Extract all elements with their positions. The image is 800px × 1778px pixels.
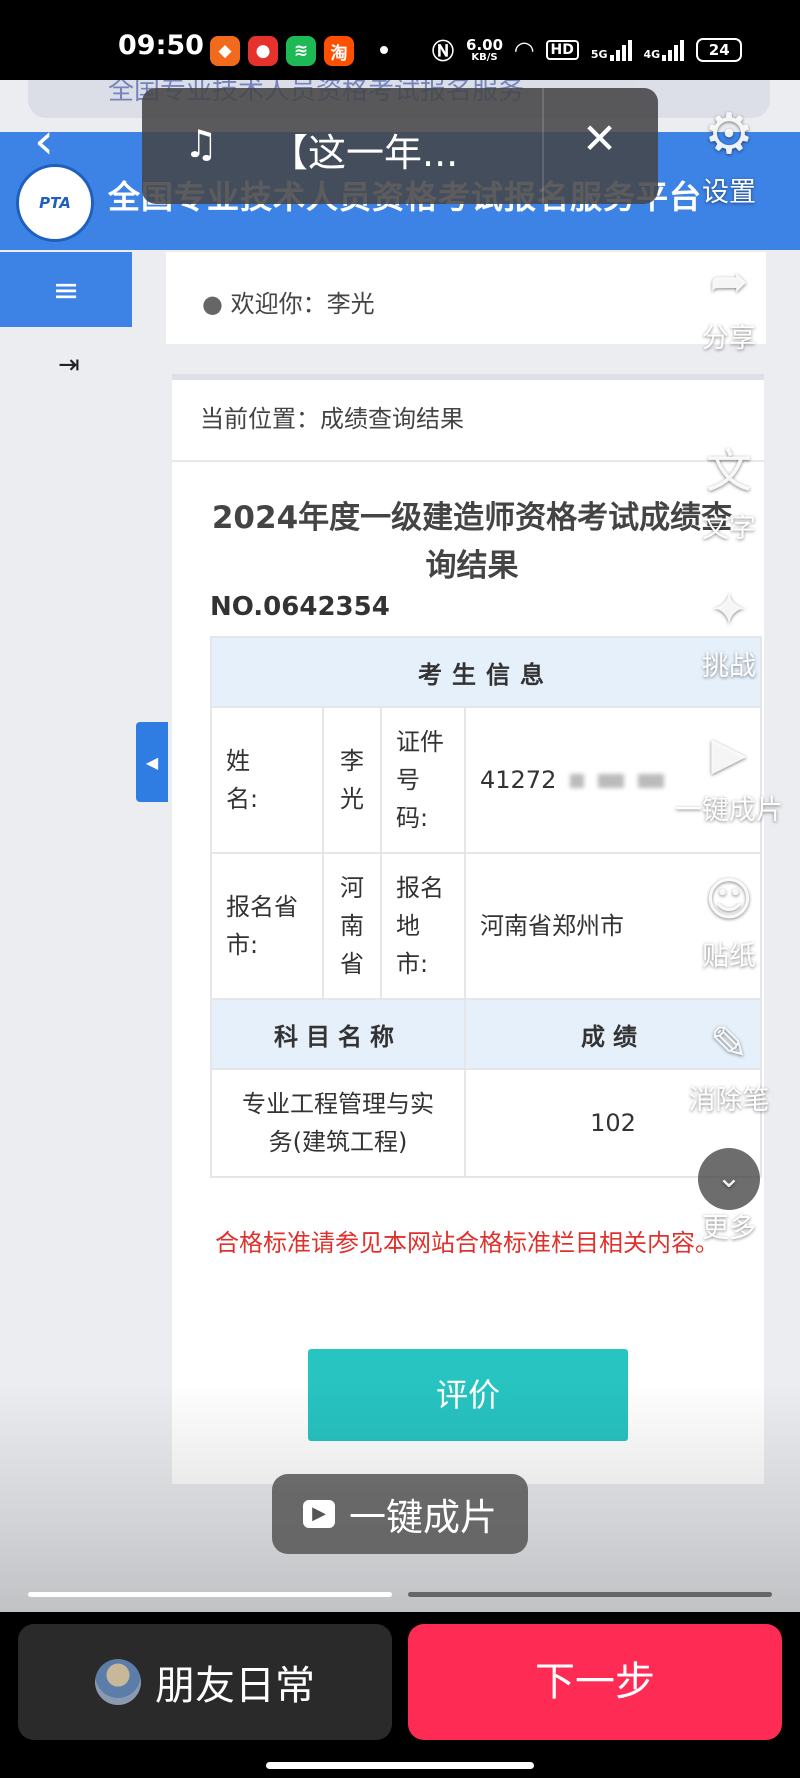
tool-oneclick[interactable]: ▶ 一键成片 xyxy=(654,722,800,827)
signal-bars-icon xyxy=(662,39,685,61)
side-collapse-tab[interactable]: ◀ xyxy=(136,722,168,802)
back-icon[interactable]: ‹ xyxy=(34,112,54,170)
notification-dot xyxy=(380,46,388,54)
id-label: 证件 号 码: xyxy=(380,706,466,854)
app-green-icon: ≋ xyxy=(286,36,316,66)
avatar xyxy=(95,1659,141,1705)
nfc-icon: Ⓝ xyxy=(432,40,455,65)
eraser-icon: ✎ xyxy=(709,1016,749,1070)
music-divider xyxy=(542,88,544,204)
wifi-icon: ◠ xyxy=(515,36,534,64)
app-red-icon: ● xyxy=(248,36,278,66)
tool-more[interactable]: ⌄ 更多 xyxy=(674,1140,784,1245)
signal-bars-icon xyxy=(609,39,632,61)
net-speed: 6.00 KB/S xyxy=(466,35,504,63)
result-title: 2024年度一级建造师资格考试成绩查询结果 xyxy=(211,500,733,584)
name-label: 姓 名: xyxy=(210,706,324,854)
home-indicator xyxy=(266,1762,534,1769)
tool-sticker[interactable]: ☺ 贴纸 xyxy=(674,868,784,973)
login-icon[interactable]: ⇥ xyxy=(58,350,80,380)
province-value: 河 南 省 xyxy=(322,852,382,1000)
signal-5g: 5G xyxy=(591,39,632,61)
tool-share[interactable]: ➦ 分享 xyxy=(674,250,784,355)
subject-name: 专业工程管理与实 务(建筑工程) xyxy=(210,1068,466,1178)
province-label: 报名省 市: xyxy=(210,852,324,1000)
music-note-icon: ♫ xyxy=(184,122,219,166)
pta-logo: PTA xyxy=(16,164,94,242)
progress-segment-active xyxy=(28,1592,392,1597)
challenge-icon: ✦ xyxy=(709,582,749,636)
next-step-button[interactable]: 下一步 xyxy=(408,1624,782,1740)
notification-icons: ◆ ● ≋ 淘 xyxy=(210,36,354,66)
gear-icon: ⚙ xyxy=(703,102,755,167)
tool-settings[interactable]: ⚙ 设置 xyxy=(674,104,784,209)
tool-challenge[interactable]: ✦ 挑战 xyxy=(674,578,784,683)
bottom-bar: 朋友日常 下一步 xyxy=(0,1612,800,1778)
menu-icon[interactable]: ≡ xyxy=(0,252,132,327)
signal-4g: 4G xyxy=(644,39,685,61)
pass-standard-note: 合格标准请参见本网站合格标准栏目相关内容。 xyxy=(215,1229,719,1257)
app-orange-icon: ◆ xyxy=(210,36,240,66)
tool-eraser[interactable]: ✎ 消除笔 xyxy=(674,1012,784,1117)
clapper-icon: ▶ xyxy=(711,726,747,780)
tool-text[interactable]: 文 文字 xyxy=(674,440,784,545)
music-title[interactable]: 【这一年... xyxy=(270,122,458,177)
progress-segment xyxy=(408,1592,772,1597)
status-indicators: Ⓝ 6.00 KB/S ◠ HD 5G 4G 24 xyxy=(432,34,743,66)
subject-header: 科目名称 xyxy=(210,998,466,1070)
taobao-icon: 淘 xyxy=(324,36,354,66)
user-icon: ● xyxy=(202,290,223,318)
city-label: 报名 地 市: xyxy=(380,852,466,1000)
friends-daily-button[interactable]: 朋友日常 xyxy=(18,1624,392,1740)
certificate-number: NO.0642354 xyxy=(210,592,390,622)
welcome-text: ● 欢迎你：李光 xyxy=(202,290,375,318)
name-value: 李 光 xyxy=(322,706,382,854)
hd-badge: HD xyxy=(545,40,579,60)
music-bar[interactable]: ♫ 【这一年... ✕ xyxy=(142,88,658,204)
text-icon: 文 xyxy=(706,444,752,498)
share-icon: ➦ xyxy=(709,254,749,308)
chevron-down-icon: ⌄ xyxy=(698,1148,760,1210)
clapper-icon: ▶ xyxy=(303,1500,335,1528)
oneclick-pill[interactable]: ▶ 一键成片 xyxy=(272,1474,528,1554)
status-time: 09:50 xyxy=(118,30,204,61)
status-bar: 09:50 ◆ ● ≋ 淘 Ⓝ 6.00 KB/S ◠ HD 5G 4G 24 xyxy=(0,0,800,80)
battery-icon: 24 xyxy=(696,38,743,62)
sticker-icon: ☺ xyxy=(705,872,753,926)
close-icon[interactable]: ✕ xyxy=(582,114,617,163)
